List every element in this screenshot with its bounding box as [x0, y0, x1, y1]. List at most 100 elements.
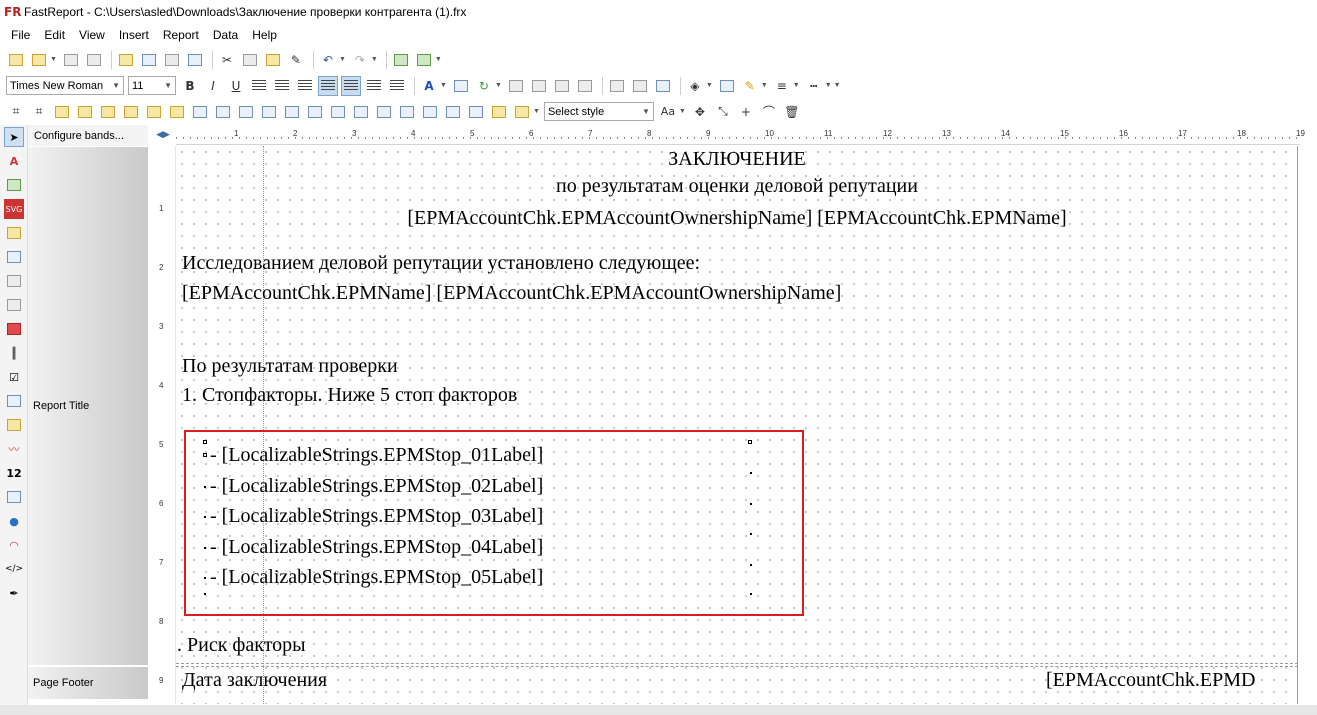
copy-icon[interactable]	[240, 50, 260, 70]
align-centers-icon[interactable]	[75, 102, 95, 122]
barcode-object-icon[interactable]: ║	[4, 343, 24, 363]
underline-icon[interactable]: U	[226, 76, 246, 96]
menu-data[interactable]: Data	[206, 28, 245, 42]
gauge-object-icon[interactable]: ◠	[4, 535, 24, 555]
sparkline-object-icon[interactable]: 〰	[4, 439, 24, 459]
report-heading[interactable]: ЗАКЛЮЧЕНИЕ	[176, 148, 1297, 171]
toolbar-options-icon[interactable]: ▼	[533, 108, 540, 115]
rotation-icon[interactable]: ↻	[474, 76, 494, 96]
shadow-icon[interactable]	[717, 76, 737, 96]
align-right-icon[interactable]	[295, 76, 315, 96]
fit-grid-icon[interactable]: ⌗	[29, 102, 49, 122]
decrease-v-space-icon[interactable]	[397, 102, 417, 122]
selection-handle[interactable]	[748, 440, 752, 444]
open-icon[interactable]	[29, 50, 49, 70]
font-size-select[interactable]: 11 ▼	[128, 76, 176, 95]
align-left-icon[interactable]	[249, 76, 269, 96]
align-tops-icon[interactable]	[121, 102, 141, 122]
line-color-dropdown-icon[interactable]: ▼	[761, 82, 768, 89]
delete-point-icon[interactable]: 🗑	[782, 102, 802, 122]
report-page-canvas[interactable]: ЗАКЛЮЧЕНИЕ по результатам оценки деловой…	[176, 146, 1298, 704]
conclusion-date-label[interactable]: Дата заключения	[182, 669, 327, 692]
subreport-object-icon[interactable]	[4, 247, 24, 267]
format-painter-icon[interactable]: ✎	[286, 50, 306, 70]
border-none-icon[interactable]	[630, 76, 650, 96]
conclusion-date-field[interactable]: [EPMAccountChk.EPMD	[1046, 669, 1255, 692]
increase-v-space-icon[interactable]	[374, 102, 394, 122]
matrix-object-icon[interactable]	[4, 295, 24, 315]
border-all-icon[interactable]	[506, 76, 526, 96]
fill-color-icon[interactable]: ◈	[685, 76, 705, 96]
picture-object-icon[interactable]	[4, 175, 24, 195]
paste-icon[interactable]	[263, 50, 283, 70]
open-dropdown-icon[interactable]: ▼	[50, 56, 57, 63]
toolbar-options-icon[interactable]: ▼	[495, 82, 502, 89]
italic-icon[interactable]: I	[203, 76, 223, 96]
send-to-back-icon[interactable]	[512, 102, 532, 122]
align-lefts-icon[interactable]	[52, 102, 72, 122]
style-font-icon[interactable]: Aa	[658, 102, 678, 122]
table-object-icon[interactable]	[4, 271, 24, 291]
svg-object-icon[interactable]: SVG	[4, 199, 24, 219]
align-rights-icon[interactable]	[98, 102, 118, 122]
ungroup-icon[interactable]	[414, 50, 434, 70]
new-page-icon[interactable]	[116, 50, 136, 70]
align-grid-icon[interactable]: ⌗	[6, 102, 26, 122]
remove-v-space-icon[interactable]	[420, 102, 440, 122]
space-horizontally-icon[interactable]	[259, 102, 279, 122]
configure-bands-button[interactable]: Configure bands...	[28, 125, 148, 146]
menu-view[interactable]: View	[72, 28, 112, 42]
border-top-icon[interactable]	[529, 76, 549, 96]
border-left-icon[interactable]	[575, 76, 595, 96]
map-object-icon[interactable]: ●	[4, 511, 24, 531]
align-middles-icon[interactable]	[144, 102, 164, 122]
redo-icon[interactable]: ↷	[350, 50, 370, 70]
same-width-icon[interactable]	[190, 102, 210, 122]
valign-top-icon[interactable]	[341, 75, 361, 96]
html-object-icon[interactable]: </>	[4, 559, 24, 579]
border-bottom-icon[interactable]	[552, 76, 572, 96]
add-point-icon[interactable]: +	[736, 102, 756, 122]
checkbox-object-icon[interactable]: ☑	[4, 367, 24, 387]
page-setup-icon[interactable]	[185, 50, 205, 70]
bezier-icon[interactable]: ⌒	[759, 102, 779, 122]
highlight-icon[interactable]	[451, 76, 471, 96]
band-report-title[interactable]: Report Title	[28, 147, 148, 665]
space-vertically-icon[interactable]	[351, 102, 371, 122]
undo-dropdown-icon[interactable]: ▼	[339, 56, 346, 63]
shape-object-icon[interactable]	[4, 223, 24, 243]
text-object-icon[interactable]: A	[4, 151, 24, 171]
decrease-h-space-icon[interactable]	[305, 102, 325, 122]
delete-page-icon[interactable]	[162, 50, 182, 70]
line-style-icon[interactable]: ┅	[804, 76, 824, 96]
font-name-select[interactable]: Times New Roman ▼	[6, 76, 124, 95]
research-line[interactable]: Исследованием деловой репутации установл…	[182, 252, 700, 275]
band-panel-toggle-icon[interactable]: ◀▶	[150, 125, 176, 145]
menu-insert[interactable]: Insert	[112, 28, 156, 42]
stop-item[interactable]: - [LocalizableStrings.EPMStop_03Label]	[210, 505, 543, 528]
band-page-footer[interactable]: Page Footer	[28, 667, 148, 699]
save-all-icon[interactable]	[84, 50, 104, 70]
line-width-dropdown-icon[interactable]: ▼	[793, 82, 800, 89]
center-horizontally-icon[interactable]	[443, 102, 463, 122]
menu-file[interactable]: File	[4, 28, 37, 42]
stop-item[interactable]: - [LocalizableStrings.EPMStop_05Label]	[210, 566, 543, 589]
move-icon[interactable]: ✥	[690, 102, 710, 122]
pointer-icon[interactable]: ➤	[4, 127, 24, 147]
fill-color-dropdown-icon[interactable]: ▼	[706, 82, 713, 89]
cellular-text-object-icon[interactable]	[4, 487, 24, 507]
center-vertically-icon[interactable]	[466, 102, 486, 122]
line-color-icon[interactable]: ✎	[740, 76, 760, 96]
align-bottoms-icon[interactable]	[167, 102, 187, 122]
increase-h-space-icon[interactable]	[282, 102, 302, 122]
new-report-icon[interactable]	[6, 50, 26, 70]
remove-h-space-icon[interactable]	[328, 102, 348, 122]
group-icon[interactable]	[391, 50, 411, 70]
scale-icon[interactable]: ⤡	[713, 102, 733, 122]
stop-item[interactable]: - [LocalizableStrings.EPMStop_02Label]	[210, 475, 543, 498]
stop-item[interactable]: - [LocalizableStrings.EPMStop_04Label]	[210, 536, 543, 559]
digital-signature-object-icon[interactable]: ✒	[4, 583, 24, 603]
font-color-icon[interactable]: A	[419, 76, 439, 96]
valign-bottom-icon[interactable]	[387, 76, 407, 96]
toolbar-options-icon[interactable]: ▼	[435, 56, 442, 63]
